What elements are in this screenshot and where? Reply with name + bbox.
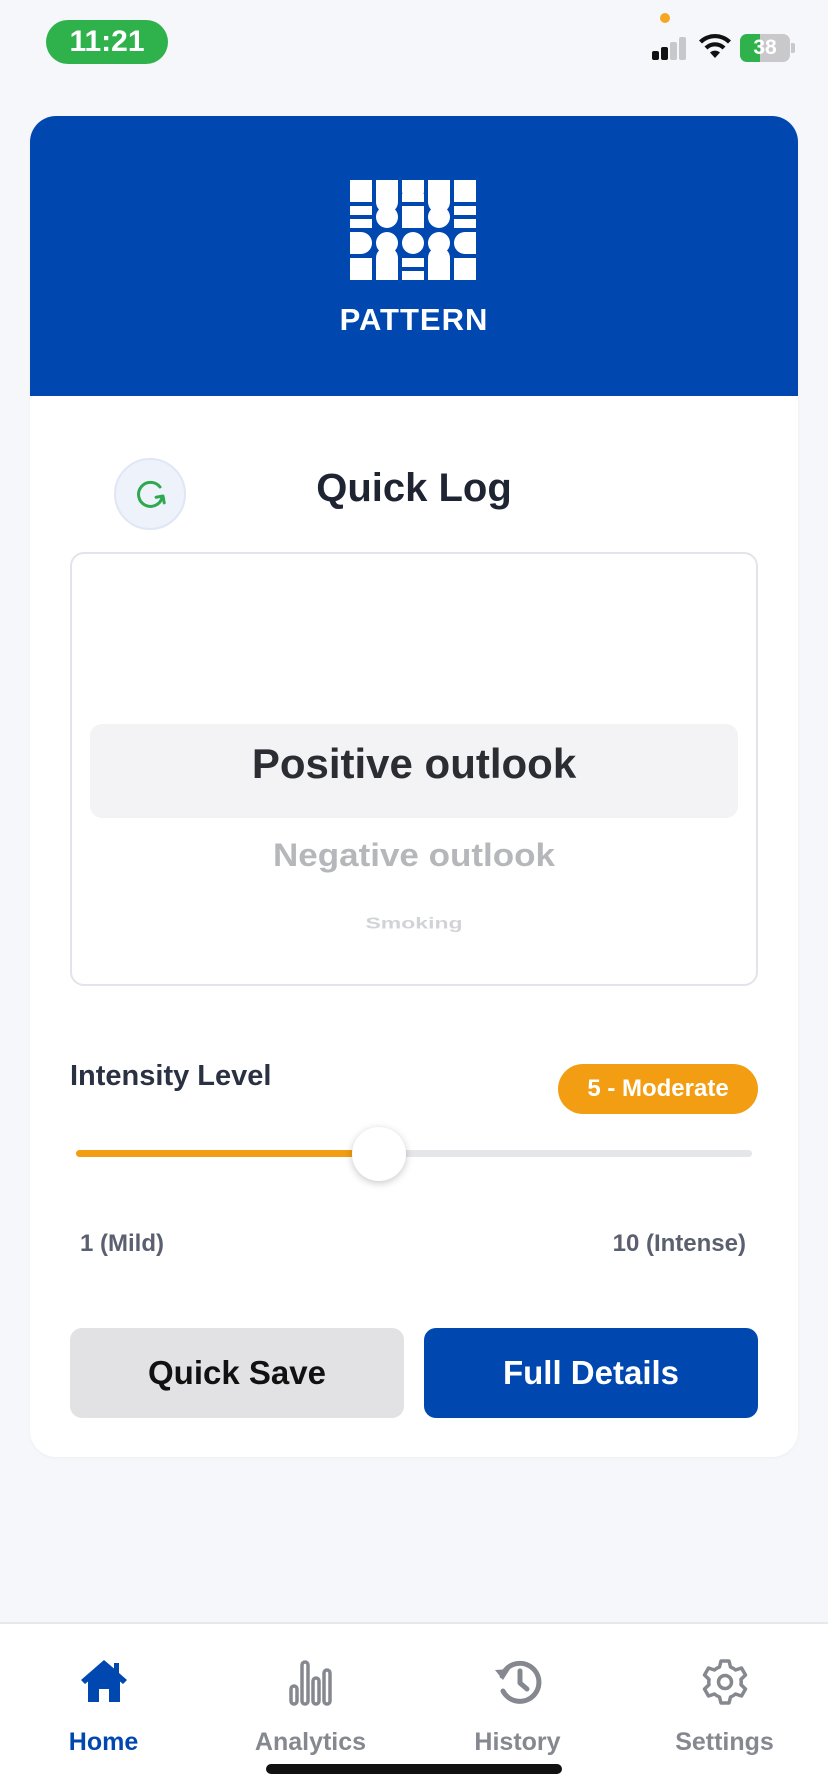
picker-option[interactable]: Negative outlook [72, 838, 756, 875]
brand-header: PATTERN [30, 116, 798, 396]
gear-icon [702, 1659, 747, 1705]
home-icon [80, 1660, 127, 1702]
slider-thumb[interactable] [352, 1127, 407, 1181]
entry-type-picker[interactable]: Positive outlook Negative outlook Smokin… [70, 552, 758, 986]
history-icon [494, 1660, 541, 1704]
slider-max-label: 10 (Intense) [612, 1230, 746, 1257]
tab-label: Analytics [254, 1728, 367, 1756]
tab-history[interactable]: History [414, 1624, 621, 1764]
privacy-indicator-dot [660, 13, 670, 23]
brand-wordmark: PATTERN [339, 302, 489, 337]
slider-fill [76, 1150, 380, 1157]
pattern-logo-icon [350, 180, 476, 280]
wifi-icon [699, 34, 731, 58]
tab-settings[interactable]: Settings [621, 1624, 828, 1764]
bar-chart-icon [288, 1660, 332, 1706]
battery-icon: 38 [740, 34, 790, 62]
screen: 11:21 38 PATTERN Quick Log Positive outl… [0, 0, 828, 1792]
picker-option-selected[interactable]: Positive outlook [72, 740, 756, 788]
home-indicator [266, 1764, 562, 1774]
status-time: 11:21 [46, 20, 168, 64]
tab-label: Home [68, 1728, 139, 1756]
tab-home[interactable]: Home [0, 1624, 207, 1764]
intensity-slider[interactable] [76, 1124, 752, 1184]
picker-option[interactable]: Smoking [72, 914, 756, 933]
battery-level: 38 [753, 36, 777, 59]
full-details-button[interactable]: Full Details [424, 1328, 758, 1418]
cellular-signal-icon [652, 36, 688, 60]
page-title: Quick Log [316, 466, 512, 510]
tab-label: Settings [675, 1728, 774, 1756]
slider-min-label: 1 (Mild) [80, 1230, 164, 1257]
tab-label: History [474, 1728, 561, 1756]
battery-tip [791, 43, 795, 53]
intensity-badge: 5 - Moderate [558, 1064, 758, 1114]
intensity-label: Intensity Level [70, 1060, 272, 1092]
tab-analytics[interactable]: Analytics [207, 1624, 414, 1764]
quick-log-card: PATTERN Quick Log Positive outlook Negat… [30, 116, 798, 1457]
quick-save-button[interactable]: Quick Save [70, 1328, 404, 1418]
